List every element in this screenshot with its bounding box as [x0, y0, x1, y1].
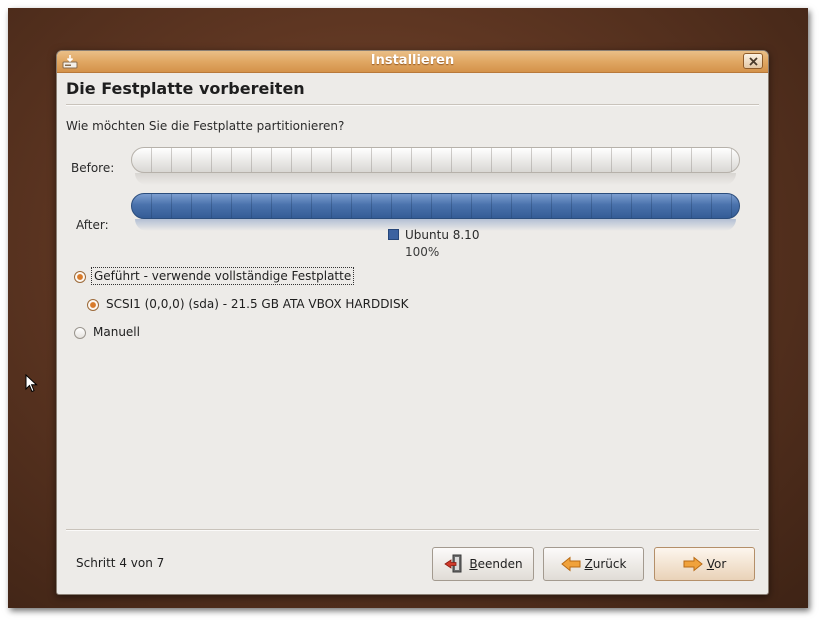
manual-radio[interactable]	[74, 327, 86, 339]
forward-button[interactable]: Vor	[654, 547, 755, 581]
manual-option-label[interactable]: Manuell	[93, 325, 140, 339]
disk-sda-radio[interactable]	[87, 299, 99, 311]
back-button[interactable]: Zurück	[543, 547, 644, 581]
installer-window: Installieren Die Festplatte vorbereiten …	[56, 50, 769, 595]
before-label: Before:	[71, 161, 115, 175]
legend-swatch-ubuntu	[388, 229, 399, 240]
quit-label-rest: eenden	[477, 557, 523, 571]
title-separator	[66, 104, 759, 106]
footer-separator	[66, 529, 759, 531]
page-title: Die Festplatte vorbereiten	[66, 79, 305, 98]
title-bar[interactable]: Installieren	[57, 51, 768, 73]
close-icon	[749, 57, 758, 66]
legend-partition-percent: 100%	[405, 245, 440, 259]
quit-mnemonic: B	[469, 557, 478, 571]
quit-icon	[444, 554, 462, 573]
forward-mnemonic: V	[706, 557, 714, 571]
legend-partition-name: Ubuntu 8.10	[405, 228, 480, 242]
disk-sda-option-label[interactable]: SCSI1 (0,0,0) (sda) - 21.5 GB ATA VBOX H…	[106, 297, 408, 311]
back-mnemonic: Z	[584, 557, 593, 571]
partition-bar-before-reflection	[135, 173, 736, 185]
partition-question: Wie möchten Sie die Festplatte partition…	[66, 119, 345, 133]
forward-label-rest: or	[714, 557, 727, 571]
quit-button[interactable]: Beenden	[432, 547, 534, 581]
arrow-left-icon	[560, 556, 581, 572]
guided-option-label[interactable]: Geführt - verwende vollständige Festplat…	[91, 267, 355, 285]
after-label: After:	[76, 218, 109, 232]
step-indicator: Schritt 4 von 7	[76, 556, 165, 570]
mouse-cursor-icon	[25, 374, 38, 393]
close-button[interactable]	[743, 53, 763, 69]
window-title: Installieren	[370, 53, 455, 68]
back-label-rest: urück	[592, 557, 627, 571]
partition-bar-before	[131, 147, 740, 173]
guided-radio[interactable]	[74, 271, 86, 283]
partition-bar-after	[131, 193, 740, 219]
arrow-right-icon	[683, 556, 703, 572]
